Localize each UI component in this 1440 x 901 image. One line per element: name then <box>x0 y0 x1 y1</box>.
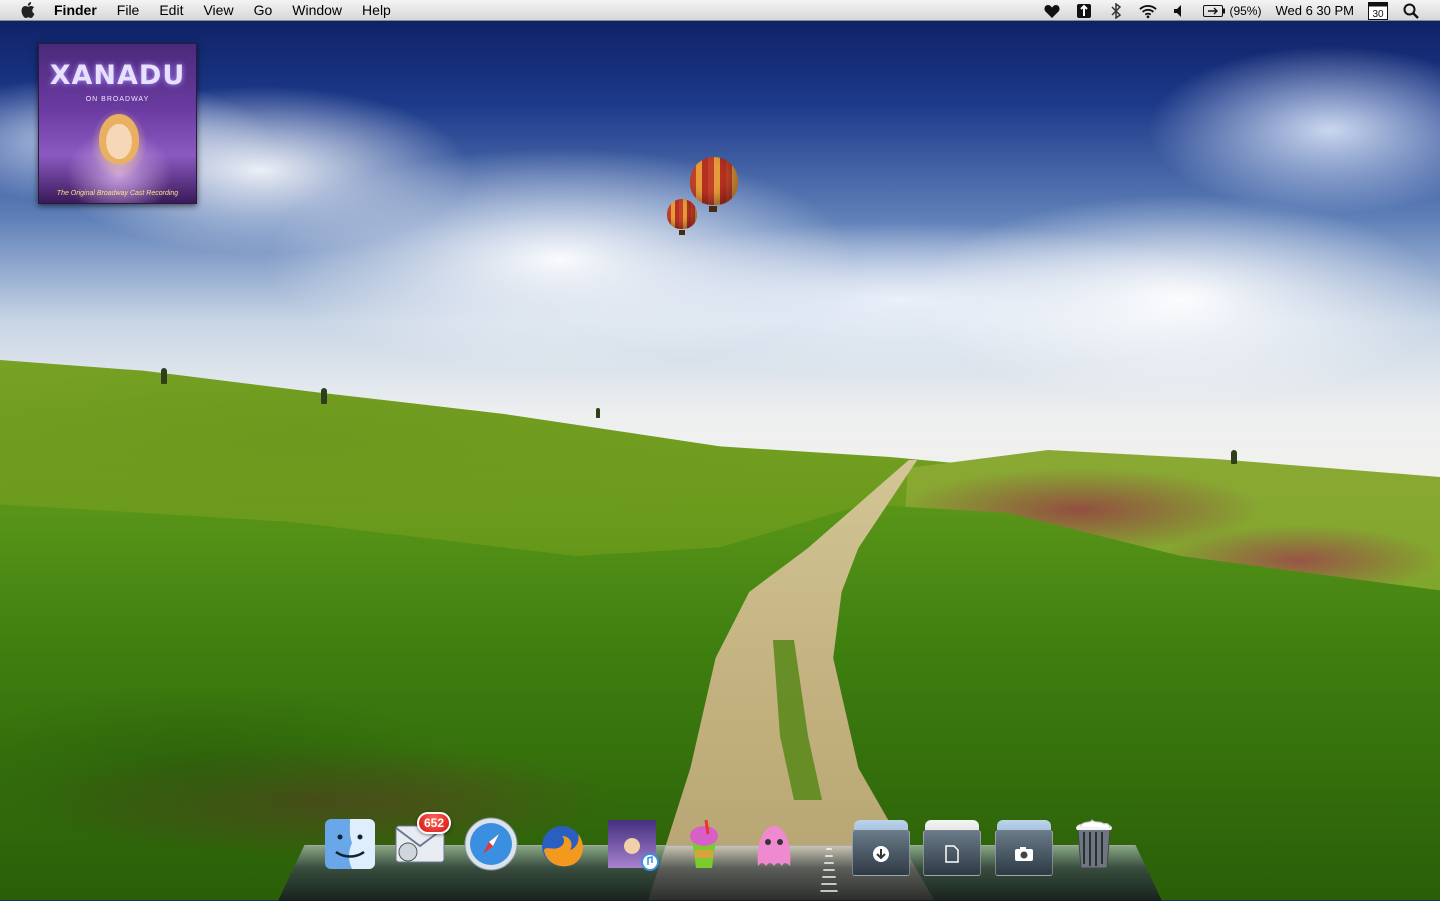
menu-clock[interactable]: Wed 6 30 PM <box>1275 3 1354 18</box>
menu-file[interactable]: File <box>117 0 140 21</box>
dock-pink-monster[interactable] <box>743 812 805 876</box>
dock-finder[interactable] <box>319 812 381 876</box>
menu-edit[interactable]: Edit <box>159 0 183 21</box>
pictures-stack-icon <box>1014 844 1034 864</box>
spotlight-search-icon[interactable] <box>1402 2 1420 20</box>
trash-icon <box>1076 819 1112 869</box>
firefox-icon <box>542 826 583 867</box>
album-cover-portrait <box>99 114 139 164</box>
menu-go[interactable]: Go <box>254 0 273 21</box>
tree <box>161 368 167 384</box>
downloads-stack-icon <box>871 844 891 864</box>
balloon-basket <box>679 230 685 235</box>
mail-unread-badge: 652 <box>416 812 451 834</box>
documents-stack-icon <box>942 844 962 864</box>
dock-pictures-stack[interactable] <box>993 816 1055 878</box>
dock-firefox[interactable] <box>531 812 593 876</box>
apple-icon[interactable] <box>20 2 36 18</box>
dock-mail[interactable]: 652 <box>389 812 451 876</box>
menu-window[interactable]: Window <box>292 0 342 21</box>
menu-help[interactable]: Help <box>362 0 391 21</box>
menu-bar: Finder File Edit View Go Window Help (95… <box>0 0 1440 21</box>
album-footer: The Original Broadway Cast Recording <box>56 190 179 197</box>
calendar-icon[interactable]: 30 <box>1368 1 1388 20</box>
pink-monster-icon <box>757 826 791 866</box>
desktop-wallpaper <box>0 0 1440 900</box>
dock-itunes[interactable] <box>601 812 663 876</box>
menu-app-finder[interactable]: Finder <box>54 0 97 21</box>
tree <box>321 388 327 404</box>
slurpee-icon <box>690 819 718 868</box>
dock-documents-stack[interactable] <box>921 816 983 878</box>
tree <box>596 408 600 418</box>
hot-air-balloon <box>690 157 738 205</box>
menu-view[interactable]: View <box>203 0 233 21</box>
heart-icon[interactable] <box>1043 2 1061 20</box>
volume-icon[interactable] <box>1171 2 1189 20</box>
album-artwork-widget[interactable]: XANADU ON BROADWAY The Original Broadway… <box>38 43 197 204</box>
wifi-icon[interactable] <box>1139 2 1158 20</box>
calendar-day: 30 <box>1372 9 1384 20</box>
sync-icon[interactable] <box>1075 2 1093 20</box>
dock-safari[interactable] <box>460 812 522 876</box>
album-subtitle: ON BROADWAY <box>85 96 150 103</box>
safari-icon <box>464 817 518 871</box>
hot-air-balloon <box>667 199 697 229</box>
album-title: XANADU <box>49 60 186 91</box>
tree <box>1231 450 1237 464</box>
balloon-basket <box>709 206 717 212</box>
dock-slurpee[interactable] <box>673 812 735 876</box>
menu-extras: (95%) Wed 6 30 PM 30 <box>1043 0 1440 21</box>
dock-trash[interactable] <box>1063 812 1125 876</box>
finder-icon <box>325 819 375 869</box>
dock-downloads-stack[interactable] <box>850 816 912 878</box>
itunes-icon <box>608 820 659 871</box>
bluetooth-icon[interactable] <box>1107 2 1125 20</box>
battery-percent[interactable]: (95%) <box>1229 4 1261 18</box>
battery-icon[interactable] <box>1203 2 1226 20</box>
